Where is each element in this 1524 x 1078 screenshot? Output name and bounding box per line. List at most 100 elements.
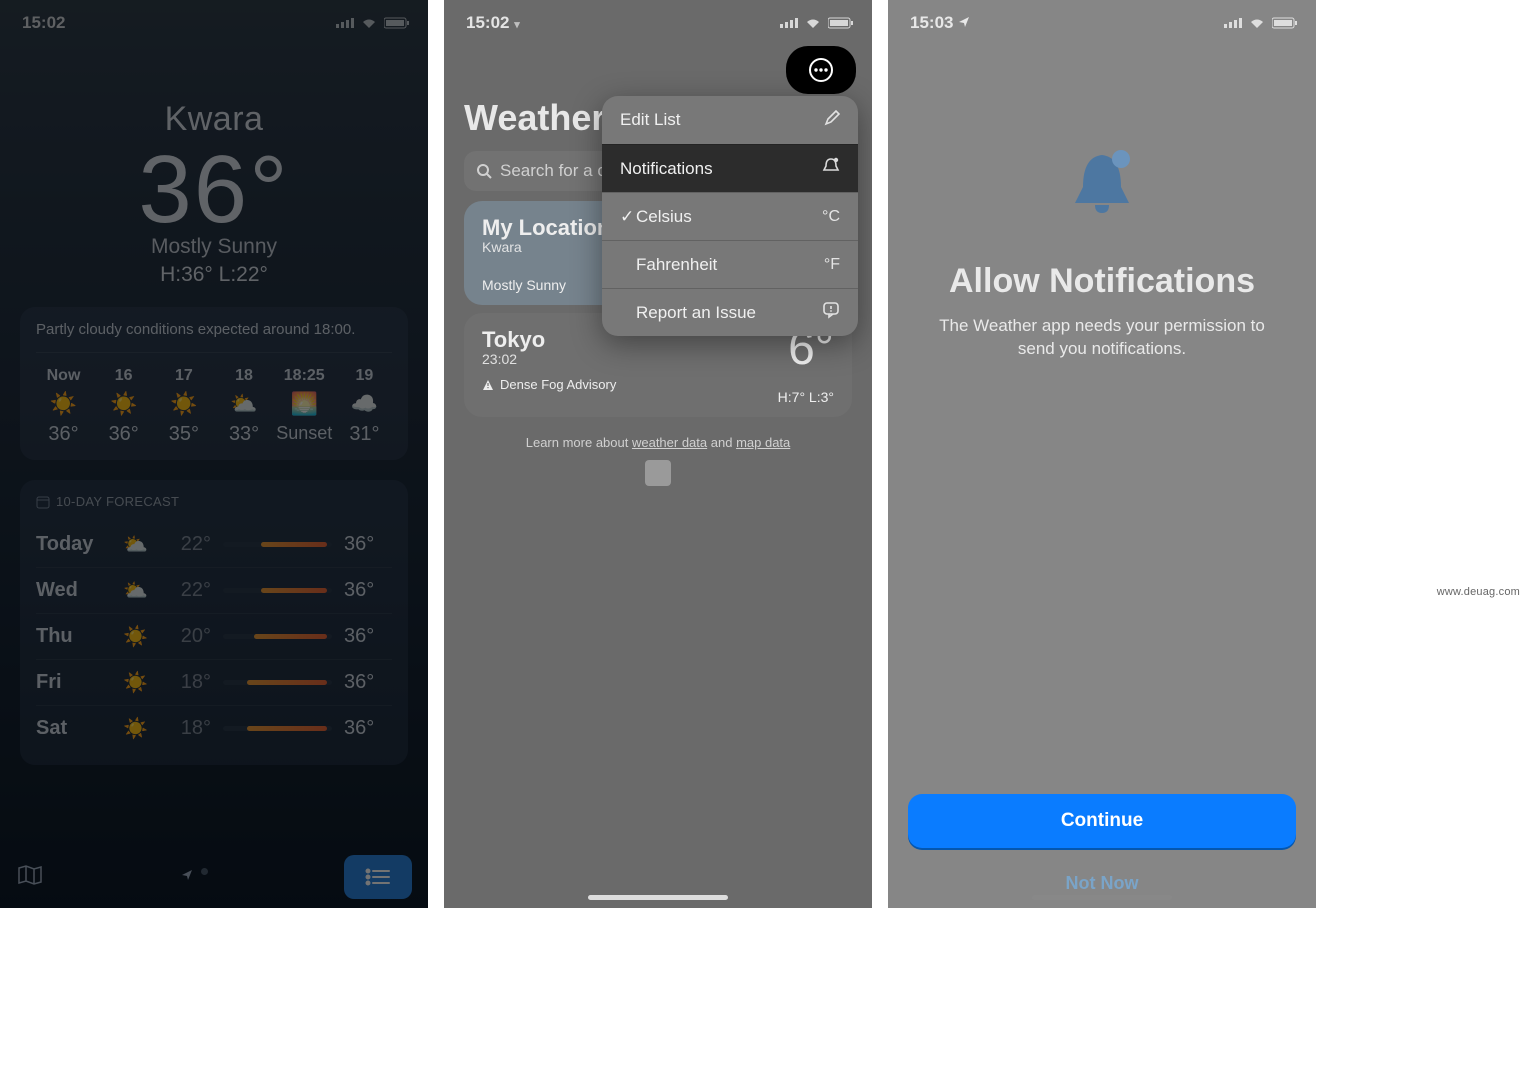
weather-channel-badge [645,460,671,486]
check-icon: ✓ [620,207,636,227]
low-temp: 18° [163,671,211,694]
menu-notifications[interactable]: Notifications [602,144,858,192]
prompt-title: Allow Notifications [949,262,1255,301]
status-indicators [1224,17,1298,29]
weather-icon: ☁️ [351,391,378,417]
current-condition: Mostly Sunny [0,235,428,259]
list-icon [365,868,391,886]
list-button[interactable] [344,855,412,899]
bell-icon [1063,145,1141,228]
hour-label: 17 [175,367,193,385]
status-time: 15:03 [910,13,970,33]
low-temp: 20° [163,625,211,648]
weather-data-link[interactable]: weather data [632,435,707,450]
map-data-link[interactable]: map data [736,435,790,450]
weather-detail-screen: 15:02 Kwara 36° Mostly Sunny H:36° L:22°… [0,0,428,908]
status-bar: 15:02 ▾ [444,0,872,45]
location-name: Kwara [0,100,428,139]
card-hilo: H:7° L:3° [778,389,834,405]
card-condition: Mostly Sunny [482,277,566,293]
watermark: www.deuag.com [1437,586,1520,598]
weather-icon: ☀️ [108,716,163,741]
daily-row[interactable]: Today⛅22°36° [36,521,392,567]
prompt-body: The Weather app needs your permission to… [922,315,1282,361]
status-indicators [336,17,410,29]
menu-report-issue[interactable]: Report an Issue [602,288,858,336]
report-icon [822,301,840,324]
temp-range-bar [223,542,332,547]
tenday-title: 10-DAY FORECAST [36,494,392,509]
daily-row[interactable]: Wed⛅22°36° [36,567,392,613]
weather-icon: ⛅ [108,532,163,557]
card-time: 23:02 [482,351,834,367]
high-temp: 36° [344,717,392,740]
weather-icon: ⛅ [108,578,163,603]
weather-icon: ☀️ [50,391,77,417]
hour-temp: 33° [229,423,259,446]
bell-icon [822,157,840,180]
menu-edit-list[interactable]: Edit List [602,96,858,144]
pencil-icon [824,110,840,131]
summary-text: Partly cloudy conditions expected around… [36,321,392,338]
weather-icon: ☀️ [170,391,197,417]
status-bar: 15:03 [888,0,1316,45]
hourly-item: 19☁️31° [337,367,392,446]
hourly-item: 18:25🌅Sunset [277,367,332,446]
temp-range-bar [223,680,332,685]
allow-notifications-screen: 15:03 Allow Notifications The Weather ap… [888,0,1316,908]
high-temp: 36° [344,579,392,602]
status-indicators [780,17,854,29]
hourly-item: Now☀️36° [36,367,91,446]
daily-row[interactable]: Fri☀️18°36° [36,659,392,705]
hour-label: 18:25 [284,367,325,385]
temp-range-bar [223,726,332,731]
location-arrow-icon [181,868,193,886]
calendar-icon [36,495,50,509]
weather-icon: ☀️ [108,624,163,649]
high-temp: 36° [344,533,392,556]
status-time: 15:02 [22,13,65,33]
status-time: 15:02 ▾ [466,13,520,33]
status-bar: 15:02 [0,0,428,45]
menu-fahrenheit[interactable]: Fahrenheit °F [602,240,858,288]
weather-icon: 🌅 [291,391,318,417]
continue-button[interactable]: Continue [908,794,1296,848]
conditions-summary-card[interactable]: Partly cloudy conditions expected around… [20,307,408,460]
current-temperature: 36° [0,135,428,245]
high-low: H:36° L:22° [0,263,428,287]
hourly-forecast-row[interactable]: Now☀️36°16☀️36°17☀️35°18⛅33°18:25🌅Sunset… [36,352,392,446]
search-icon [476,163,492,179]
weather-icon: ☀️ [108,670,163,695]
not-now-button[interactable]: Not Now [888,873,1316,894]
attribution-text: Learn more about weather data and map da… [444,435,872,486]
location-arrow-icon [958,13,970,33]
notification-prompt: Allow Notifications The Weather app need… [888,45,1316,361]
bottom-toolbar [0,846,428,908]
low-temp: 18° [163,717,211,740]
map-icon[interactable] [16,863,44,892]
page-dots[interactable] [181,868,208,886]
menu-celsius[interactable]: ✓Celsius °C [602,192,858,240]
low-temp: 22° [163,533,211,556]
temp-range-bar [223,588,332,593]
high-temp: 36° [344,671,392,694]
hour-temp: 36° [109,423,139,446]
weather-icon: ☀️ [110,391,137,417]
current-weather-hero: Kwara 36° Mostly Sunny H:36° L:22° [0,45,428,287]
ellipsis-circle-icon [808,57,834,83]
tenday-forecast-card[interactable]: 10-DAY FORECAST Today⛅22°36°Wed⛅22°36°Th… [20,480,408,765]
home-indicator[interactable] [1032,895,1172,900]
hour-label: 19 [356,367,374,385]
more-button[interactable] [786,46,856,94]
hour-label: 18 [235,367,253,385]
daily-row[interactable]: Thu☀️20°36° [36,613,392,659]
hour-label: 16 [115,367,133,385]
warning-icon [482,379,494,391]
hour-temp: 36° [48,423,78,446]
daily-row[interactable]: Sat☀️18°36° [36,705,392,751]
hourly-item: 18⛅33° [217,367,272,446]
low-temp: 22° [163,579,211,602]
home-indicator[interactable] [588,895,728,900]
more-menu-popup: Edit List Notifications ✓Celsius °C Fahr… [602,96,858,336]
temp-range-bar [223,634,332,639]
